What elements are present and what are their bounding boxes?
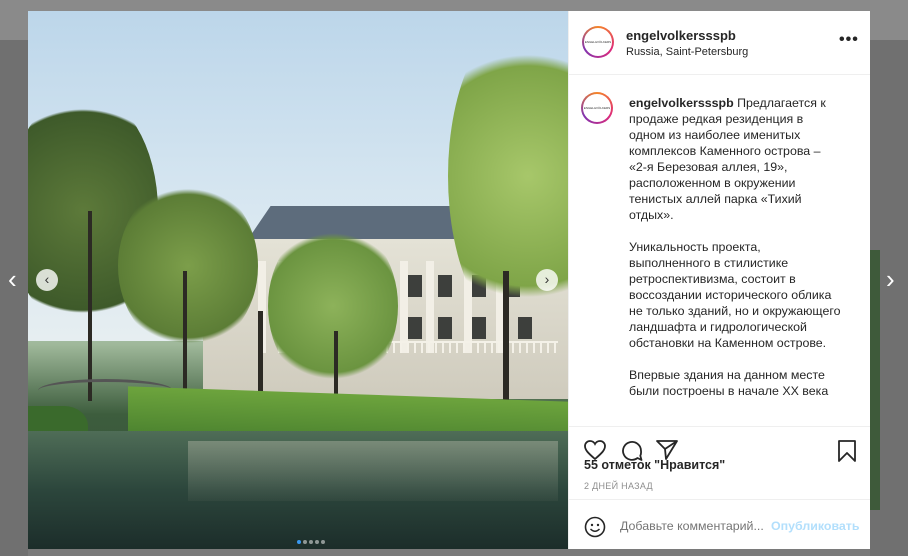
photo-trunk	[183, 271, 187, 391]
photo-window	[438, 317, 452, 339]
next-post-chevron-right-icon[interactable]: ›	[886, 264, 895, 295]
avatar-inner: ENGEL&VÖLKERS	[583, 94, 611, 122]
post-side-panel: ENGEL&VÖLKERS engelvolkerssspb Russia, S…	[568, 11, 870, 549]
avatar-logo: ENGEL&VÖLKERS	[584, 40, 612, 44]
more-options-icon[interactable]: •••	[839, 31, 859, 49]
post-header: ENGEL&VÖLKERS engelvolkerssspb Russia, S…	[569, 11, 870, 75]
photo-reflection	[188, 441, 558, 501]
comment-input[interactable]	[620, 519, 770, 533]
avatar-logo: ENGEL&VÖLKERS	[583, 106, 611, 110]
post-caption: engelvolkerssspb Предлагается к продаже …	[629, 95, 841, 399]
background-post-thumbnail	[870, 250, 880, 510]
bookmark-icon[interactable]	[837, 439, 857, 463]
post-timestamp[interactable]: 2 ДНЕЙ НАЗАД	[584, 481, 653, 491]
carousel-dot	[309, 540, 313, 544]
photo-column	[400, 261, 408, 353]
avatar[interactable]: ENGEL&VÖLKERS	[582, 26, 614, 58]
carousel-dot	[321, 540, 325, 544]
publish-button[interactable]: Опубликовать	[771, 519, 859, 533]
caption-username-link[interactable]: engelvolkerssspb	[629, 96, 734, 110]
carousel-dot	[315, 540, 319, 544]
caption-text: Предлагается к продаже редкая резиденция…	[629, 96, 841, 398]
photo-tree	[118, 181, 258, 351]
post-modal: ‹ › ENGEL&VÖLKERS engelvolkerssspb Russi…	[28, 11, 870, 549]
likes-count[interactable]: 55 отметок "Нравится"	[584, 458, 725, 472]
caption-scroll-area[interactable]: ENGEL&VÖLKERS engelvolkerssspb Предлагае…	[569, 75, 870, 425]
emoji-icon[interactable]	[584, 516, 606, 538]
photo-window	[438, 275, 452, 297]
header-username-link[interactable]: engelvolkerssspb	[626, 28, 736, 43]
carousel-indicator	[296, 531, 326, 549]
post-photo: ‹ ›	[28, 11, 568, 549]
photo-trunk	[503, 271, 509, 401]
photo-window	[472, 317, 486, 339]
photo-column	[426, 261, 434, 353]
photo-window	[408, 275, 422, 297]
photo-window	[408, 317, 422, 339]
photo-prev-chevron-left-icon[interactable]: ‹	[36, 269, 58, 291]
header-location-link[interactable]: Russia, Saint-Petersburg	[626, 46, 748, 58]
carousel-dot	[297, 540, 301, 544]
avatar-inner: ENGEL&VÖLKERS	[584, 28, 612, 56]
previous-post-chevron-left-icon[interactable]: ‹	[8, 264, 17, 295]
caption-avatar[interactable]: ENGEL&VÖLKERS	[581, 92, 613, 124]
background-left	[0, 40, 28, 556]
photo-trunk	[88, 211, 92, 401]
carousel-dot	[303, 540, 307, 544]
photo-next-chevron-right-icon[interactable]: ›	[536, 269, 558, 291]
photo-tree	[268, 221, 398, 391]
photo-trunk	[258, 311, 263, 401]
comment-bar: Опубликовать	[569, 499, 870, 550]
